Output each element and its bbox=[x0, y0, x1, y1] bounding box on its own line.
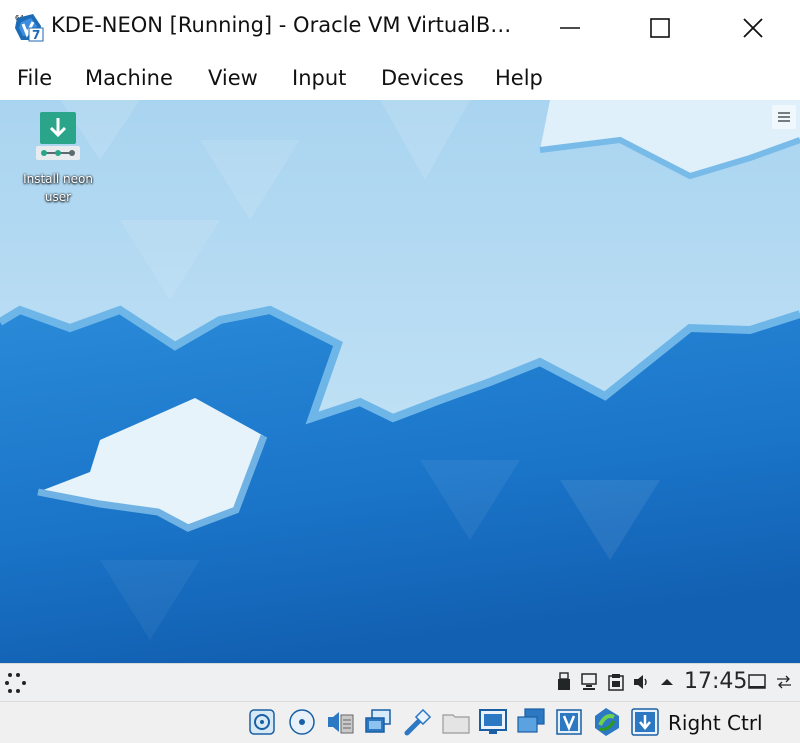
menu-machine[interactable]: Machine bbox=[85, 66, 173, 90]
desktop-wallpaper bbox=[0, 100, 800, 663]
network-icon[interactable] bbox=[580, 672, 600, 696]
maximize-icon bbox=[650, 18, 670, 38]
keyboard-capture-icon[interactable] bbox=[630, 707, 660, 737]
audio-icon[interactable] bbox=[325, 707, 355, 737]
shared-folders-icon[interactable] bbox=[441, 707, 471, 737]
desktop-toolbox-button[interactable] bbox=[772, 105, 796, 129]
menu-file[interactable]: File bbox=[17, 66, 52, 90]
plasma-panel: 17:45 bbox=[0, 663, 800, 701]
show-desktop-icon[interactable] bbox=[747, 672, 767, 696]
window-title: KDE-NEON [Running] - Oracle VM VirtualB… bbox=[51, 13, 512, 37]
virtualization-icon[interactable] bbox=[554, 707, 584, 737]
optical-drive-icon[interactable] bbox=[286, 707, 316, 737]
usb-icon[interactable] bbox=[403, 707, 433, 737]
maximize-button[interactable] bbox=[635, 0, 685, 56]
vm-state-icon[interactable] bbox=[592, 707, 622, 737]
display-icon[interactable] bbox=[478, 707, 508, 737]
video-capture-icon[interactable] bbox=[516, 707, 546, 737]
app-icon-version: 7 bbox=[32, 28, 40, 42]
close-button[interactable] bbox=[728, 0, 778, 56]
menu-view[interactable]: View bbox=[208, 66, 258, 90]
network-adapter-icon[interactable] bbox=[364, 707, 394, 737]
menu-input[interactable]: Input bbox=[292, 66, 346, 90]
menu-devices[interactable]: Devices bbox=[381, 66, 464, 90]
panel-config-icon[interactable] bbox=[774, 672, 794, 696]
title-bar[interactable]: 64 7 KDE-NEON [Running] - Oracle VM Virt… bbox=[0, 0, 800, 56]
close-icon bbox=[743, 18, 763, 38]
usb-storage-icon[interactable] bbox=[556, 672, 572, 696]
install-download-icon bbox=[36, 112, 80, 160]
menu-bar: File Machine View Input Devices Help bbox=[0, 56, 800, 100]
minimize-button[interactable] bbox=[545, 0, 595, 56]
minimize-icon bbox=[560, 27, 580, 29]
hamburger-icon bbox=[778, 112, 790, 122]
vm-status-bar: Right Ctrl bbox=[0, 701, 800, 743]
guest-desktop[interactable]: Install neon user bbox=[0, 100, 800, 663]
hard-disk-icon[interactable] bbox=[248, 707, 278, 737]
digital-clock[interactable]: 17:45 bbox=[684, 669, 747, 694]
clipboard-icon[interactable] bbox=[606, 672, 626, 696]
volume-icon[interactable] bbox=[632, 672, 652, 696]
menu-help[interactable]: Help bbox=[495, 66, 543, 90]
install-neon-desktop-icon[interactable]: Install neon user bbox=[14, 110, 102, 206]
expand-tray-icon[interactable] bbox=[658, 672, 676, 696]
host-key-label: Right Ctrl bbox=[668, 711, 763, 735]
virtualbox-app-icon: 64 7 bbox=[13, 12, 45, 42]
kde-neon-launcher-icon bbox=[5, 673, 26, 693]
application-launcher-button[interactable] bbox=[4, 671, 32, 701]
desktop-icon-label: Install neon user bbox=[23, 172, 93, 204]
